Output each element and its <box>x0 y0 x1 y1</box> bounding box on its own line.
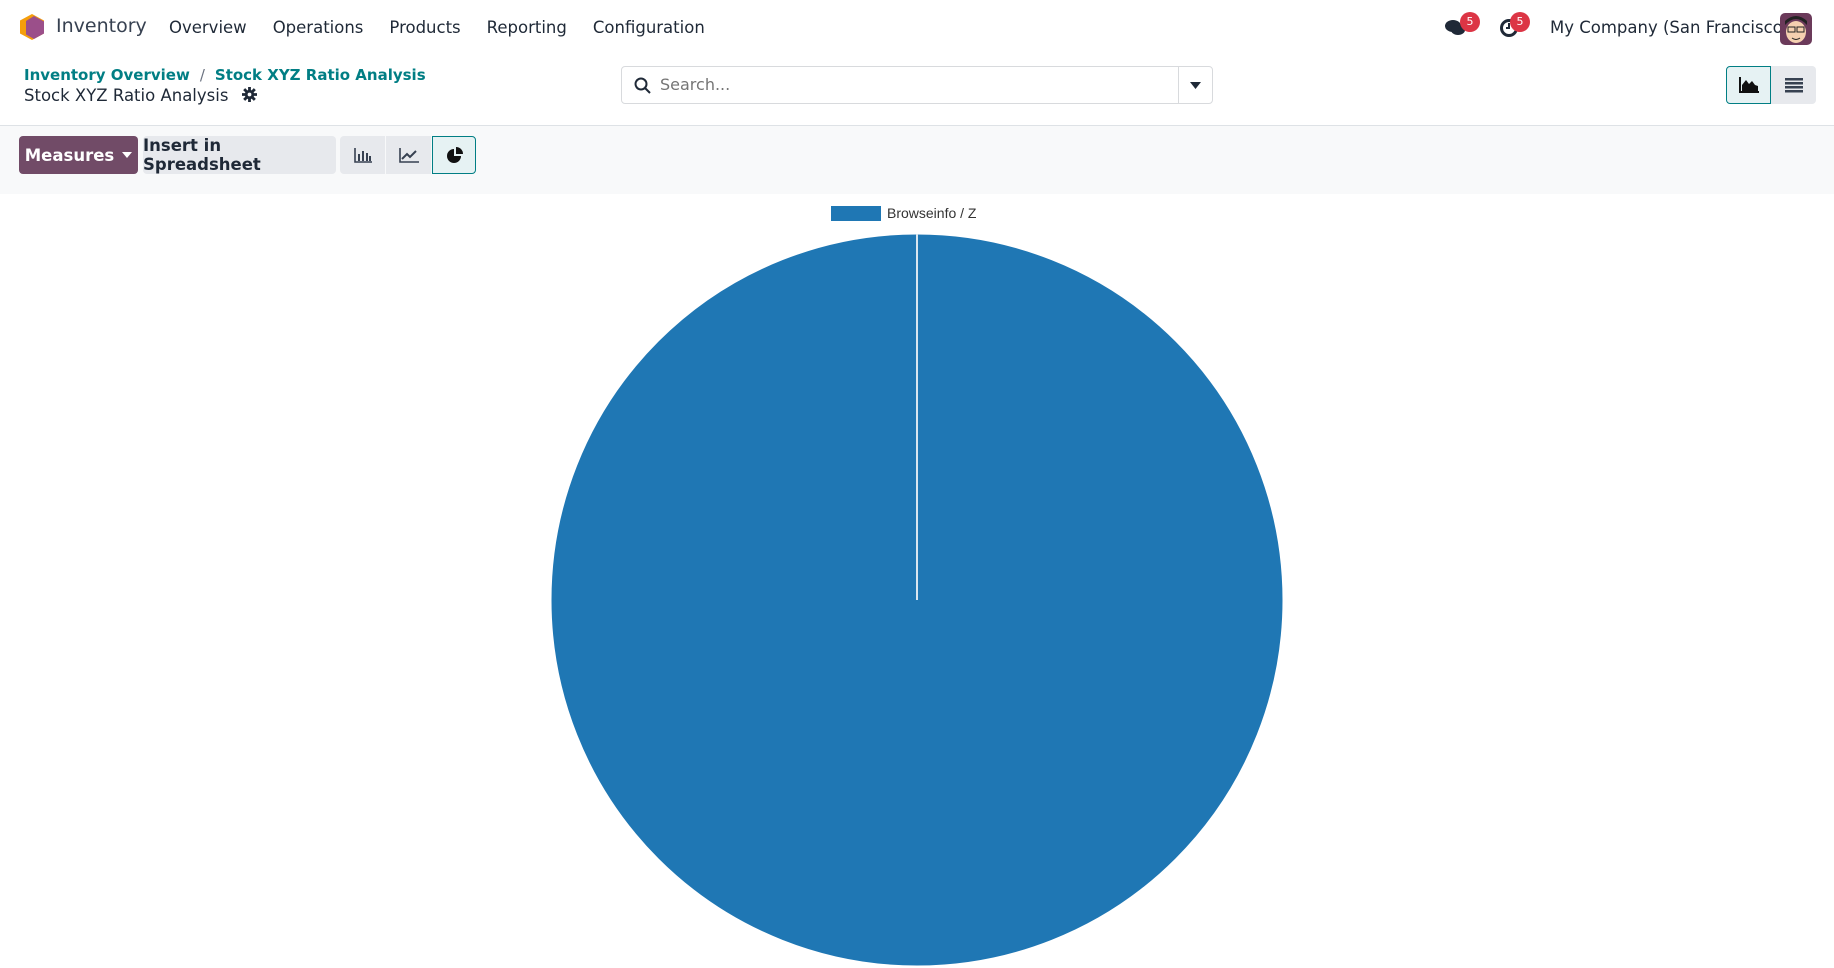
menu-operations[interactable]: Operations <box>273 18 364 37</box>
insert-in-spreadsheet-button[interactable]: Insert in Spreadsheet <box>143 136 336 174</box>
pie-chart-button[interactable] <box>432 136 476 174</box>
top-navbar: Inventory Overview Operations Products R… <box>0 0 1834 56</box>
bar-chart-button[interactable] <box>340 136 385 174</box>
activities-badge: 5 <box>1510 12 1530 32</box>
bar-chart-icon <box>353 147 372 163</box>
menu-products[interactable]: Products <box>389 18 460 37</box>
search-icon <box>634 77 651 94</box>
list-view-button[interactable] <box>1771 66 1816 104</box>
legend-label[interactable]: Browseinfo / Z <box>887 205 977 221</box>
app-logo-icon[interactable] <box>20 14 44 40</box>
caret-down-icon <box>1190 82 1201 89</box>
gear-icon[interactable] <box>241 87 257 102</box>
breadcrumb-inventory-overview[interactable]: Inventory Overview <box>24 66 190 84</box>
menu-reporting[interactable]: Reporting <box>487 18 567 37</box>
breadcrumb-stock-xyz[interactable]: Stock XYZ Ratio Analysis <box>215 66 426 84</box>
caret-down-icon <box>122 152 133 158</box>
menu-overview[interactable]: Overview <box>169 18 247 37</box>
search-options-toggle[interactable] <box>1178 67 1212 103</box>
breadcrumb: Inventory Overview / Stock XYZ Ratio Analy… <box>24 66 426 84</box>
area-chart-icon <box>1738 77 1759 93</box>
messages-badge: 5 <box>1460 12 1480 32</box>
graph-view-button[interactable] <box>1726 66 1771 104</box>
pie-chart-icon <box>446 146 463 163</box>
company-switcher[interactable]: My Company (San Francisco) <box>1550 18 1789 37</box>
list-icon <box>1784 77 1803 92</box>
measures-label: Measures <box>24 145 115 165</box>
app-name[interactable]: Inventory <box>56 15 147 37</box>
breadcrumb-separator: / <box>199 66 205 84</box>
graph-toolbar: Measures Insert in Spreadsheet <box>0 126 1834 194</box>
pie-chart: Browseinfo / Z <box>550 205 1284 967</box>
menu-configuration[interactable]: Configuration <box>593 18 705 37</box>
user-avatar[interactable] <box>1780 13 1812 45</box>
measures-button[interactable]: Measures <box>19 136 138 174</box>
search-input[interactable] <box>660 75 1160 94</box>
line-chart-icon <box>398 147 419 163</box>
line-chart-button[interactable] <box>386 136 431 174</box>
page-title: Stock XYZ Ratio Analysis <box>24 86 229 105</box>
legend-swatch[interactable] <box>831 206 881 221</box>
page-title-row: Stock XYZ Ratio Analysis <box>24 86 257 105</box>
search-bar <box>621 66 1213 104</box>
